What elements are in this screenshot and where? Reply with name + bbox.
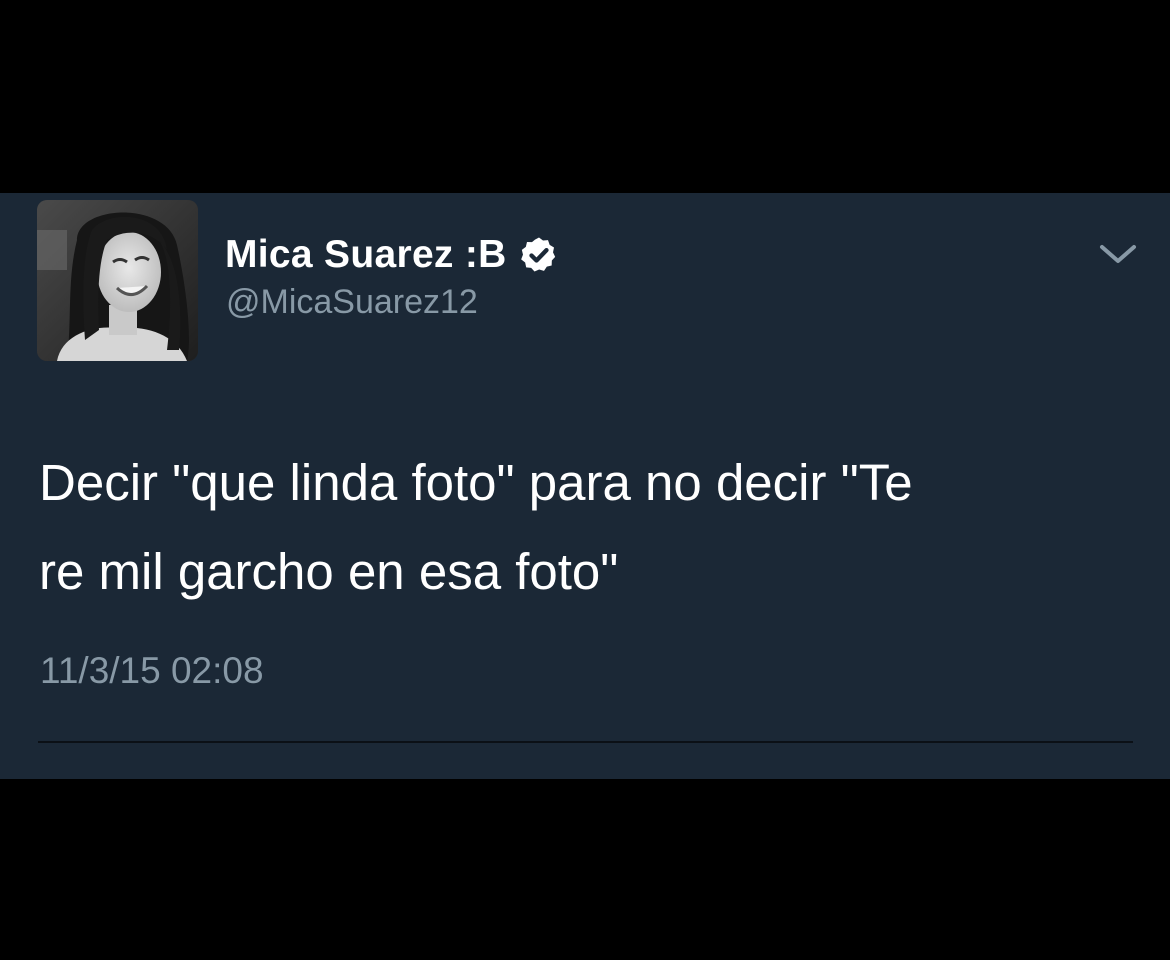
divider: [38, 741, 1133, 743]
author-row: Mica Suarez :B: [225, 231, 559, 279]
screenshot-frame: Mica Suarez :B @MicaSuarez12 Decir "que …: [0, 0, 1170, 960]
tweet-timestamp[interactable]: 11/3/15 02:08: [40, 650, 264, 692]
avatar[interactable]: [37, 200, 198, 361]
avatar-photo: [37, 200, 198, 361]
verified-badge-icon: [520, 237, 555, 272]
username-handle[interactable]: @MicaSuarez12: [226, 283, 478, 322]
tweet-text: Decir "que linda foto" para no decir "Te…: [39, 454, 913, 600]
chevron-down-icon[interactable]: [1099, 243, 1137, 267]
display-name[interactable]: Mica Suarez :B: [225, 233, 507, 277]
